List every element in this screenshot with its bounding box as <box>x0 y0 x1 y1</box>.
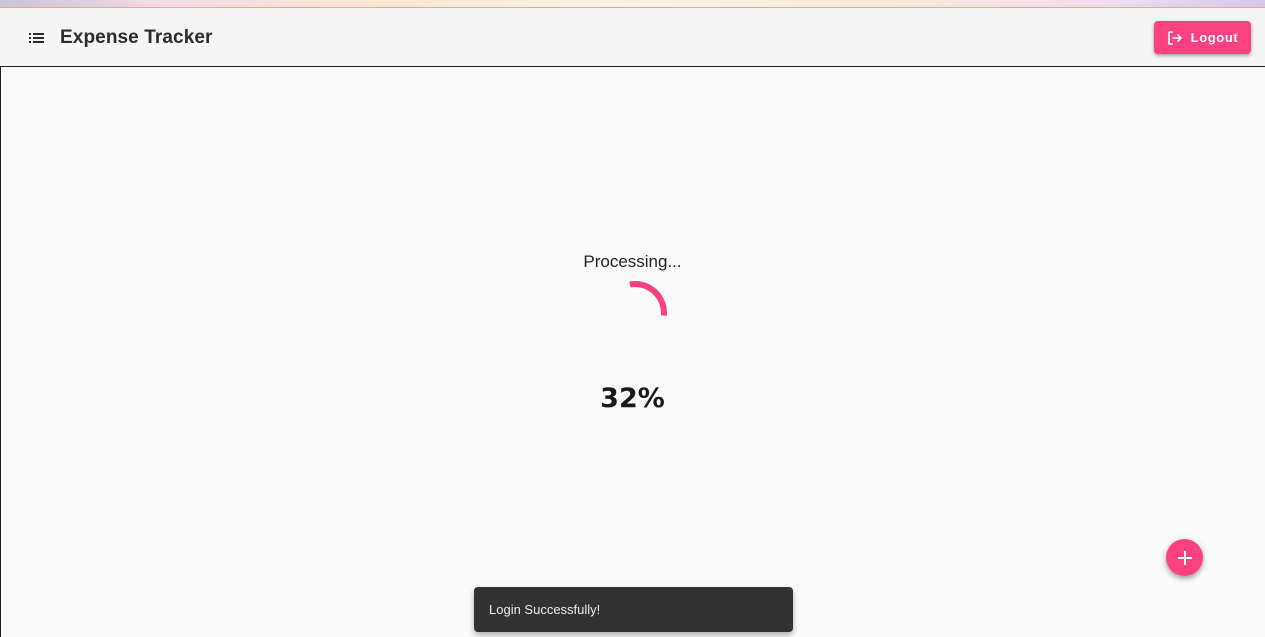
progress-spinner <box>603 281 667 345</box>
progress-percent: 32% <box>600 383 665 414</box>
logout-button[interactable]: Logout <box>1154 21 1251 54</box>
main-content <box>0 67 1265 637</box>
app-title: Expense Tracker <box>60 27 213 48</box>
snackbar: Login Successfully! <box>474 587 793 632</box>
browser-top-strip <box>0 0 1265 8</box>
snackbar-message: Login Successfully! <box>489 602 601 617</box>
app-toolbar: Expense Tracker Logout <box>0 8 1265 67</box>
progress-arc <box>629 281 667 316</box>
add-expense-button[interactable] <box>1166 539 1203 576</box>
list-icon <box>29 33 44 43</box>
plus-icon <box>1177 550 1192 565</box>
menu-button[interactable] <box>26 26 50 50</box>
logout-label: Logout <box>1190 30 1239 45</box>
processing-status-text: Processing... <box>583 252 682 271</box>
logout-icon <box>1167 30 1182 45</box>
